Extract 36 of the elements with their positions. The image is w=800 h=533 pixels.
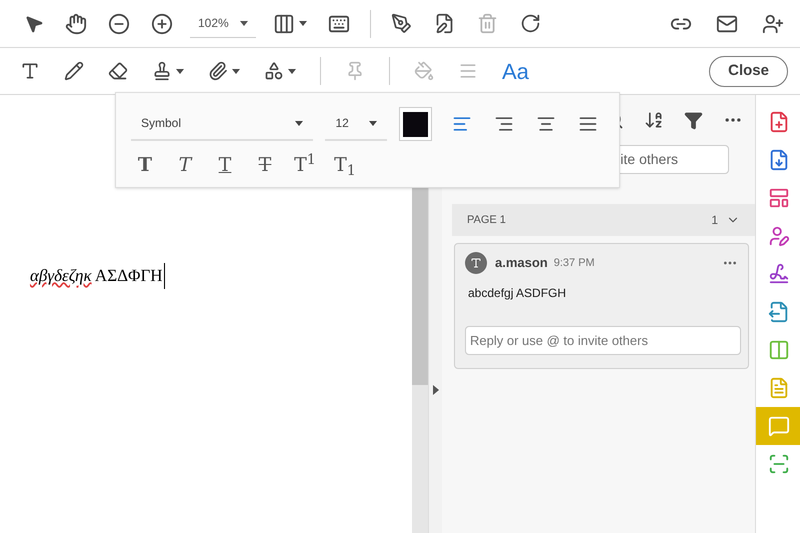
comment-glyph-icon [768,415,790,437]
text-style-button[interactable]: T [213,151,237,179]
comment-card[interactable]: a.mason 9:37 PM abcdefgj ASDFGH Reply or use @ to invite others [454,243,749,369]
fit-page-icon [273,12,295,34]
page-label: PAGE 1 [467,212,506,228]
text-format-tab[interactable]: Aa [498,54,533,88]
expand-arrow-icon[interactable] [432,385,438,395]
caret-icon [240,20,248,26]
avatar-icon [465,252,487,274]
caret-icon [369,120,378,126]
text-style-button[interactable]: T [133,151,157,179]
font-size-dropdown[interactable]: 12 [325,107,388,141]
caret-icon [299,21,307,26]
close-button[interactable]: Close [709,56,788,86]
paperclip-icon [208,61,228,81]
shapes-icon [264,61,284,81]
page-header[interactable]: PAGE 1 1 [452,204,755,236]
text-style-button[interactable]: T$_{1}$ [333,151,357,179]
color-fill [403,112,428,136]
caret-icon [288,68,296,74]
stamp-icon [152,61,172,81]
reply-field[interactable]: Reply or use @ to invite others [465,326,741,355]
comment-author: a.mason [495,254,548,272]
caret-icon [176,68,184,74]
font-dropdown[interactable]: Symbol [131,107,314,141]
text-style-button[interactable]: T [173,151,197,179]
text-style-button[interactable]: T [253,151,277,179]
caret-icon [232,68,240,74]
text-style-button[interactable]: T$^{1}$ [293,151,317,179]
zoom-dropdown[interactable]: 102% [190,10,256,38]
document-text: αβγδεζηκ ΑΣΔΦΓΗ [30,263,165,288]
caret-icon [295,120,304,126]
comment-time: 9:37 PM [554,256,595,271]
comment-text: abcdefgj ASDFGH [468,285,568,302]
page-count: 1 [711,212,718,229]
color-swatch[interactable] [399,107,432,141]
